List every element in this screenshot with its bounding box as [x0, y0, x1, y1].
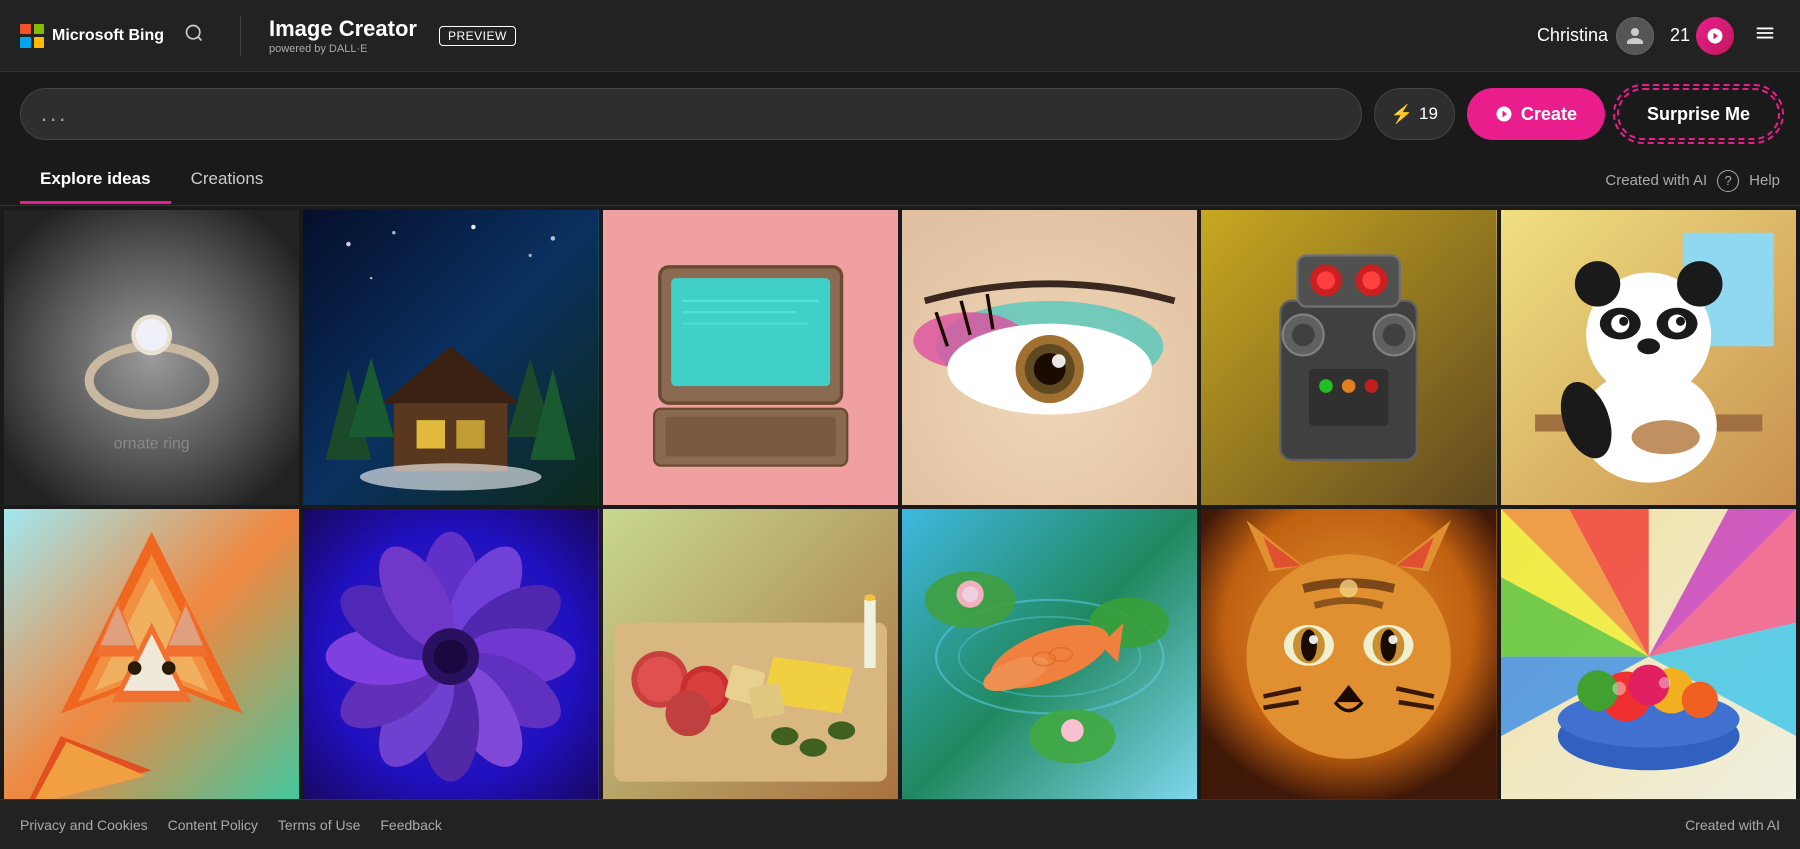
- grid-item-eye[interactable]: [902, 210, 1197, 505]
- grid-item-food[interactable]: [603, 509, 898, 804]
- boost-count: 21: [1670, 25, 1690, 46]
- tabs-row: Explore ideas Creations Created with AI …: [0, 156, 1800, 206]
- search-placeholder: ...: [41, 101, 68, 127]
- grid-item-tiger[interactable]: [1201, 509, 1496, 804]
- tabs-right: Created with AI ? Help: [1605, 170, 1780, 192]
- grid-item-koi[interactable]: [902, 509, 1197, 804]
- boost-pill-count: 19: [1419, 104, 1438, 124]
- boost-avatar-icon[interactable]: [1696, 17, 1734, 55]
- grid-item-flower[interactable]: [303, 509, 598, 804]
- svg-text:ornate ring: ornate ring: [114, 436, 190, 453]
- content-policy-link[interactable]: Content Policy: [168, 817, 258, 833]
- footer: Privacy and Cookies Content Policy Terms…: [0, 799, 1800, 849]
- feedback-link[interactable]: Feedback: [380, 817, 441, 833]
- app-title-block: Image Creator powered by DALL·E: [269, 16, 417, 55]
- footer-links: Privacy and Cookies Content Policy Terms…: [20, 817, 442, 833]
- header-divider: [240, 16, 241, 56]
- create-label: Create: [1521, 104, 1577, 125]
- bing-logo[interactable]: Microsoft Bing: [20, 24, 164, 48]
- tab-explore-ideas[interactable]: Explore ideas: [20, 157, 171, 204]
- boost-pill: ⚡ 19: [1374, 88, 1455, 140]
- avatar[interactable]: [1616, 17, 1654, 55]
- header-right: Christina 21: [1537, 17, 1780, 55]
- grid-item-robot[interactable]: [1201, 210, 1496, 505]
- app-subtitle: powered by DALL·E: [269, 43, 417, 55]
- app-title: Image Creator: [269, 16, 417, 42]
- lightning-icon: ⚡: [1391, 104, 1413, 125]
- search-input-wrap[interactable]: ...: [20, 88, 1362, 140]
- user-name: Christina: [1537, 25, 1608, 46]
- footer-right: Created with AI: [1685, 817, 1780, 833]
- help-label[interactable]: Help: [1749, 172, 1780, 189]
- grid-item-fruits[interactable]: [1501, 509, 1796, 804]
- created-with-ai-label: Created with AI: [1605, 172, 1707, 189]
- search-row: ... ⚡ 19 Create Surprise Me: [0, 72, 1800, 156]
- create-button[interactable]: Create: [1467, 88, 1605, 140]
- tab-creations[interactable]: Creations: [171, 157, 284, 204]
- privacy-link[interactable]: Privacy and Cookies: [20, 817, 148, 833]
- grid-item-fox[interactable]: [4, 509, 299, 804]
- grid-item-computer[interactable]: [603, 210, 898, 505]
- header-left: Microsoft Bing Image Creator powered by …: [20, 16, 516, 56]
- boost-counter: 21: [1670, 17, 1734, 55]
- bing-brand-label: Microsoft Bing: [52, 27, 164, 45]
- main-header: Microsoft Bing Image Creator powered by …: [0, 0, 1800, 72]
- image-grid: ornate ring: [0, 206, 1800, 805]
- preview-badge: PREVIEW: [439, 26, 516, 46]
- header-search-button[interactable]: [176, 19, 212, 52]
- grid-item-panda[interactable]: [1501, 210, 1796, 505]
- grid-item-ring[interactable]: ornate ring: [4, 210, 299, 505]
- terms-link[interactable]: Terms of Use: [278, 817, 360, 833]
- help-circle-icon[interactable]: ?: [1717, 170, 1739, 192]
- user-section[interactable]: Christina: [1537, 17, 1654, 55]
- surprise-label: Surprise Me: [1647, 104, 1750, 124]
- menu-button[interactable]: [1750, 18, 1780, 54]
- grid-item-cabin[interactable]: [303, 210, 598, 505]
- tabs-left: Explore ideas Creations: [20, 157, 283, 204]
- surprise-me-button[interactable]: Surprise Me: [1617, 88, 1780, 140]
- footer-created-with-ai: Created with AI: [1685, 817, 1780, 833]
- bing-grid-icon: [20, 24, 44, 48]
